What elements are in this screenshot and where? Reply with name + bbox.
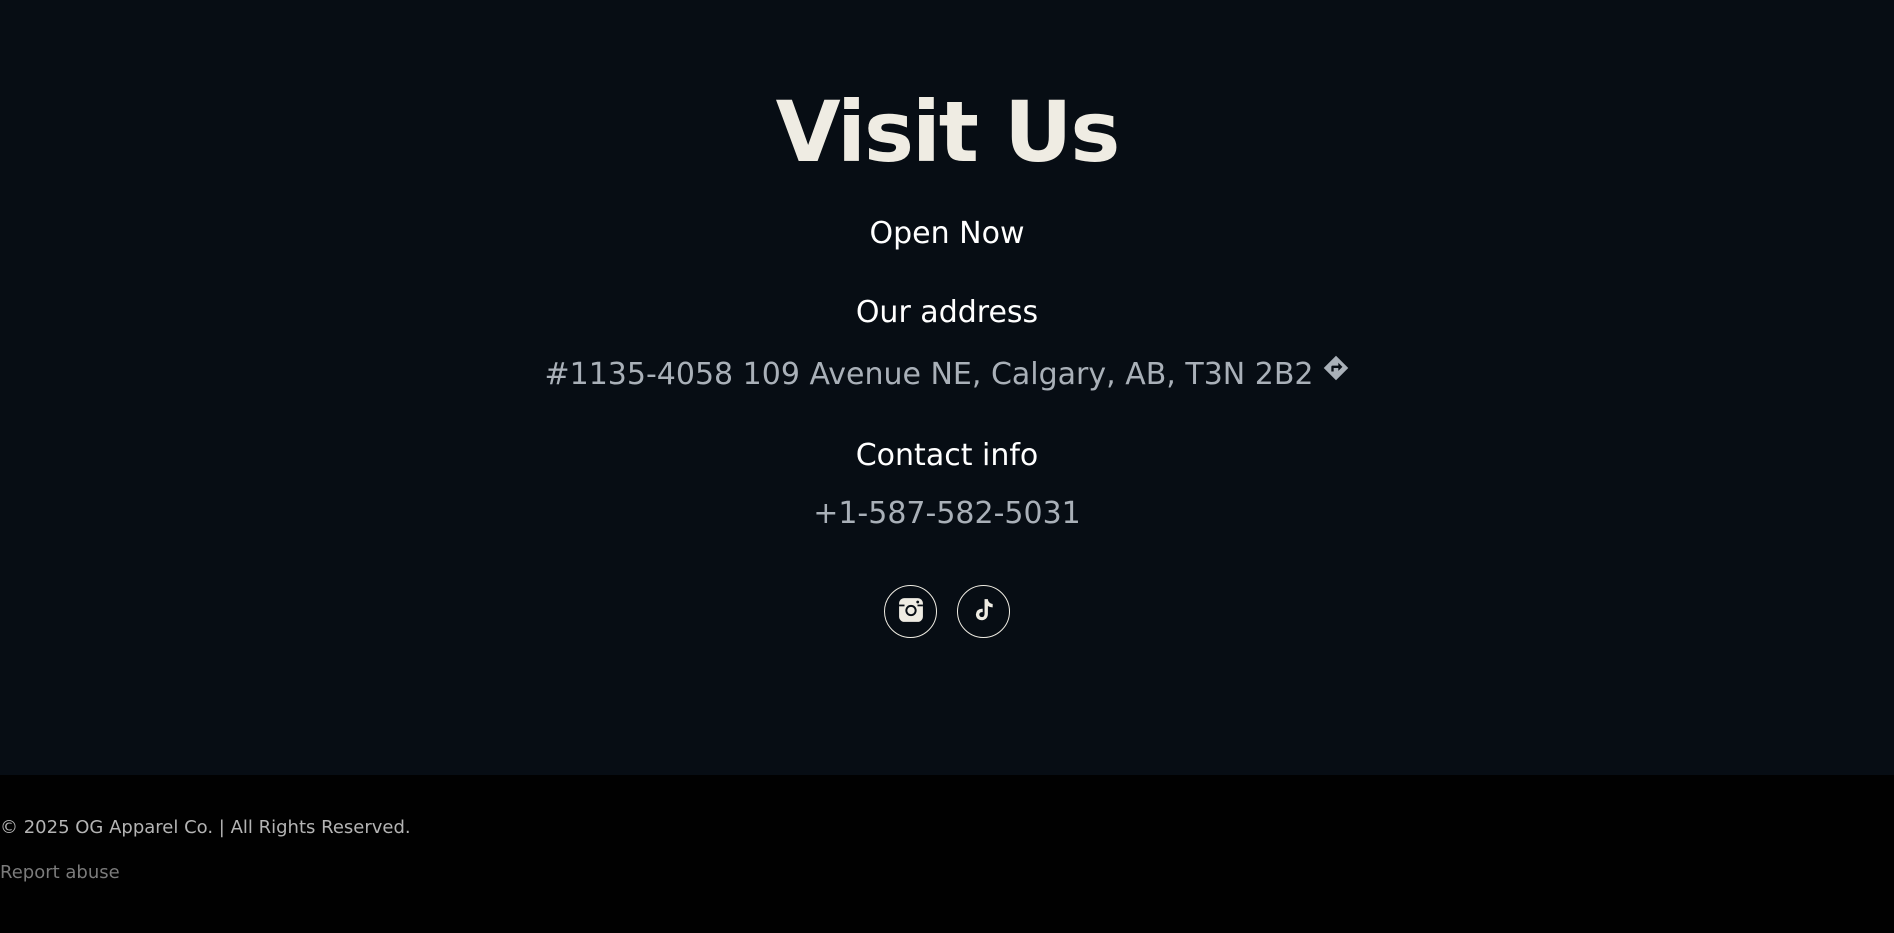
address-line: #1135-4058 109 Avenue NE, Calgary, AB, T… (0, 355, 1894, 395)
phone-line: +1-587-582-5031 (0, 494, 1894, 534)
address-link[interactable]: #1135-4058 109 Avenue NE, Calgary, AB, T… (544, 357, 1313, 392)
instagram-button[interactable] (884, 585, 937, 638)
tiktok-icon (971, 597, 997, 627)
address-heading: Our address (855, 295, 1039, 330)
directions-icon[interactable] (1322, 353, 1350, 393)
report-abuse: Report abuse (0, 861, 1894, 885)
report-abuse-link[interactable]: Report abuse (0, 862, 120, 883)
social-links (0, 585, 1894, 638)
copyright-text: © 2025 OG Apparel Co. | All Rights Reser… (0, 817, 411, 838)
phone-link[interactable]: +1-587-582-5031 (813, 496, 1081, 531)
page-title: Visit Us (775, 83, 1121, 181)
visit-us-section: Visit Us Open Now Our address #1135-4058… (0, 0, 1894, 775)
site-footer (0, 775, 1894, 933)
open-status: Open Now (869, 216, 1025, 251)
instagram-icon (898, 597, 924, 627)
contact-heading: Contact info (855, 438, 1039, 473)
tiktok-button[interactable] (957, 585, 1010, 638)
